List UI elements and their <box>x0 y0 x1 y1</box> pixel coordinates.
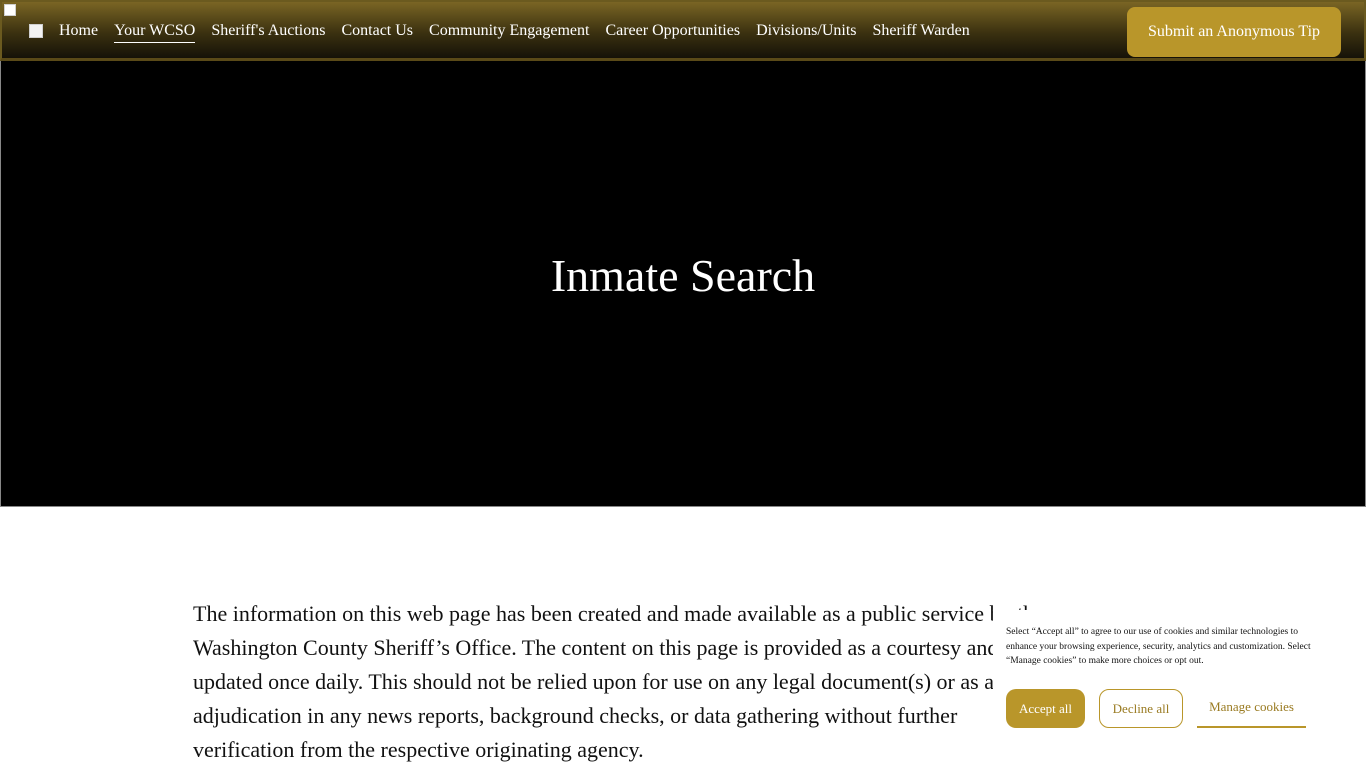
nav-item-divisions-units[interactable]: Divisions/Units <box>756 21 856 43</box>
manage-cookies-button[interactable]: Manage cookies <box>1197 688 1306 728</box>
cookie-consent-banner: Select “Accept all” to agree to our use … <box>993 610 1366 768</box>
main-nav: Home Your WCSO Sheriff's Auctions Contac… <box>59 21 986 43</box>
top-navigation-bar: Home Your WCSO Sheriff's Auctions Contac… <box>0 0 1366 61</box>
hero-banner: Inmate Search <box>0 61 1366 507</box>
site-logo-icon[interactable] <box>29 24 45 40</box>
cookie-consent-text: Select “Accept all” to agree to our use … <box>1006 627 1311 666</box>
nav-item-contact-us[interactable]: Contact Us <box>341 21 413 43</box>
nav-item-home[interactable]: Home <box>59 21 98 43</box>
nav-item-your-wcso[interactable]: Your WCSO <box>114 21 196 43</box>
main-content: The information on this web page has bee… <box>193 597 1053 768</box>
broken-image-icon <box>4 4 20 20</box>
nav-item-career-opportunities[interactable]: Career Opportunities <box>605 21 740 43</box>
nav-item-community-engagement[interactable]: Community Engagement <box>429 21 589 43</box>
disclaimer-paragraph: The information on this web page has bee… <box>193 601 1044 762</box>
submit-anonymous-tip-button[interactable]: Submit an Anonymous Tip <box>1127 7 1341 57</box>
accept-all-cookies-button[interactable]: Accept all <box>1006 689 1085 728</box>
nav-item-sheriff-warden[interactable]: Sheriff Warden <box>873 21 970 43</box>
decline-all-cookies-button[interactable]: Decline all <box>1099 689 1183 728</box>
nav-item-sheriffs-auctions[interactable]: Sheriff's Auctions <box>211 21 325 43</box>
page-title: Inmate Search <box>550 250 816 301</box>
